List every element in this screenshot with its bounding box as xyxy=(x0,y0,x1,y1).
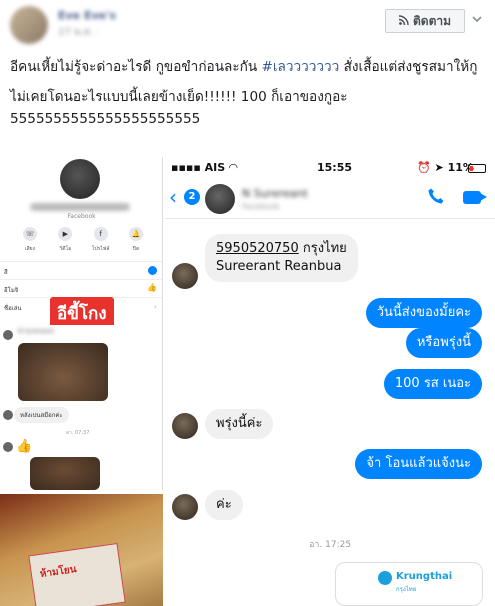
hashtag-link[interactable]: #เลววววววว xyxy=(261,59,339,75)
post-text-part: 5555555555555555555555 xyxy=(10,111,201,127)
video-icon: ▶ xyxy=(58,227,73,241)
bank-sub: กรุงไทย xyxy=(396,586,417,593)
row-label: อีโมจิ xyxy=(4,287,19,294)
carrier-text: AIS xyxy=(204,161,226,174)
post-meta[interactable]: 27 พ.ค. · xyxy=(58,25,100,40)
account-number-link[interactable]: 5950520750 xyxy=(216,241,299,256)
avatar xyxy=(3,442,13,452)
video-action: ▶ วิดีโอ xyxy=(53,227,77,253)
avatar[interactable] xyxy=(205,184,235,214)
action-label: โปรไฟล์ xyxy=(91,246,110,252)
color-dot-icon xyxy=(148,266,157,275)
package: ห้ามโยน xyxy=(28,543,126,606)
avatar xyxy=(172,263,198,289)
post-header: Eve Eve's 27 พ.ค. · ติดตาม xyxy=(0,0,495,44)
signal-icon: ▪▪▪▪ xyxy=(171,161,201,174)
author-name[interactable]: Eve Eve's xyxy=(58,9,116,22)
phone-icon: ☏ xyxy=(23,227,37,241)
location-icon: ➤ xyxy=(434,161,444,174)
krungthai-logo-icon xyxy=(378,571,392,585)
unread-badge[interactable]: 2 xyxy=(184,189,200,205)
chat-bubble-incoming: 5950520750 กรุงไทย Sureerant Reanbua xyxy=(205,234,358,282)
action-label: วิดีโอ xyxy=(59,246,72,252)
carrier-label: ▪▪▪▪ AIS ◠ xyxy=(171,161,238,174)
action-label: ปิด xyxy=(132,246,140,252)
status-right: ⏰ ➤ 11% xyxy=(417,161,474,174)
action-label: เสียง xyxy=(24,246,36,252)
post-text-part: สั่งเสื้อแต่ส่งชูรสมาให้กู xyxy=(339,59,478,75)
settings-row: สี xyxy=(0,261,162,279)
mute-action: 🔔 ปิด xyxy=(124,227,148,253)
screenshot-profile[interactable]: Facebook ☏ เสียง ▶ วิดีโอ f โปรไฟล์ 🔔 ปิด สี… xyxy=(0,157,163,490)
profile-action: f โปรไฟล์ xyxy=(89,227,113,253)
post-text: อีคนเหี้ยไม่รู้จะด่าอะไรดี กูขอขำก่อนละก… xyxy=(10,56,490,130)
contact-sub: Facebook xyxy=(242,202,280,211)
chat-bubble-outgoing: จ้า โอนแล้วแจ้งนะ xyxy=(355,449,482,479)
follow-label: ติดตาม xyxy=(412,13,452,28)
row-label: ชื่อเล่น xyxy=(4,305,22,312)
avatar xyxy=(60,159,100,199)
chat-screenshot[interactable]: ▪▪▪▪ AIS ◠ 15:55 ⏰ ➤ 11% ‹ 2 N Surereant… xyxy=(165,157,495,606)
chat-bubble-outgoing: หรือพรุ่งนี้ xyxy=(405,328,482,358)
chat-time: อา. 07:37 xyxy=(66,430,90,436)
package-photo[interactable]: ห้ามโยน xyxy=(0,494,163,606)
chevron-down-icon[interactable] xyxy=(472,12,482,26)
post-line-2: ไม่เคยโดนอะไรแบบนี้เลยข้างเย็ด!!!!!! 100… xyxy=(10,86,490,130)
phone-icon[interactable] xyxy=(427,187,445,210)
chevron-right-icon: › xyxy=(153,302,157,311)
account-name: Sureerant Reanbua xyxy=(216,259,342,274)
chat-bubble-incoming: ค่ะ xyxy=(205,490,243,520)
avatar xyxy=(3,410,13,420)
video-call-icon[interactable] xyxy=(463,191,487,204)
profile-icon: f xyxy=(93,227,108,241)
contact-name[interactable]: N Surereant xyxy=(242,187,308,200)
post-text-part: ไม่เคยโดนอะไรแบบนี้เลยข้างเย็ด!!!!!! 100… xyxy=(10,89,348,105)
row-label: สี xyxy=(4,269,8,276)
screenshot-chat-2: N Surereant หลังเปนสมือกค่ะ อา. 07:37 👍 xyxy=(0,325,162,490)
alarm-icon: ⏰ xyxy=(417,161,431,174)
clothing-photo xyxy=(30,457,100,490)
bank-name: Krungthai xyxy=(396,571,453,582)
call-action: ☏ เสียง xyxy=(18,227,42,253)
follow-button[interactable]: ติดตาม xyxy=(385,9,465,33)
photo-collage-left[interactable]: Facebook ☏ เสียง ▶ วิดีโอ f โปรไฟล์ 🔔 ปิด สี… xyxy=(0,157,163,606)
avatar xyxy=(172,413,198,439)
profile-actions: ☏ เสียง ▶ วิดีโอ f โปรไฟล์ 🔔 ปิด xyxy=(18,227,148,253)
battery-icon xyxy=(468,164,486,173)
post-text-part: อีคนเหี้ยไม่รู้จะด่าอะไรดี กูขอขำก่อนละก… xyxy=(10,59,262,75)
bell-icon: 🔔 xyxy=(128,227,143,241)
back-chevron-icon[interactable]: ‹ xyxy=(169,187,177,207)
chat-bubble-incoming: พรุ่งนี้ค่ะ xyxy=(205,409,274,439)
bank-text: กรุงไทย xyxy=(298,241,347,256)
profile-name-blurred xyxy=(30,203,130,211)
thumbs-up-icon: 👍 xyxy=(16,439,33,454)
chat-bubble-outgoing: วันนี้ส่งของมั้ยคะ xyxy=(365,298,482,328)
clothing-photo xyxy=(18,343,108,401)
settings-row: อีโมจิ 👍 xyxy=(0,279,162,297)
chat-bubble-outgoing: 100 รส เนอะ xyxy=(383,369,482,399)
avatar[interactable] xyxy=(10,6,48,44)
package-label: ห้ามโยน xyxy=(39,564,78,581)
status-time: 15:55 xyxy=(317,161,353,174)
post-line-1: อีคนเหี้ยไม่รู้จะด่าอะไรดี กูขอขำก่อนละก… xyxy=(10,56,490,78)
status-bar: ▪▪▪▪ AIS ◠ 15:55 ⏰ ➤ 11% xyxy=(165,157,495,179)
chat-name: N Surereant xyxy=(18,328,54,335)
wifi-icon: ◠ xyxy=(229,161,238,174)
thumbs-up-icon: 👍 xyxy=(147,283,157,292)
avatar xyxy=(3,330,13,340)
profile-sub: Facebook xyxy=(67,213,96,220)
chat-timestamp: อา. 17:25 xyxy=(308,540,352,550)
chat-navbar: ‹ 2 N Surereant Facebook xyxy=(165,179,495,219)
rss-icon xyxy=(398,14,409,28)
bank-slip-card[interactable]: Krungthai กรุงไทย xyxy=(335,562,483,606)
chat-bubble: หลังเปนสมือกค่ะ xyxy=(14,407,69,423)
avatar xyxy=(172,494,198,520)
